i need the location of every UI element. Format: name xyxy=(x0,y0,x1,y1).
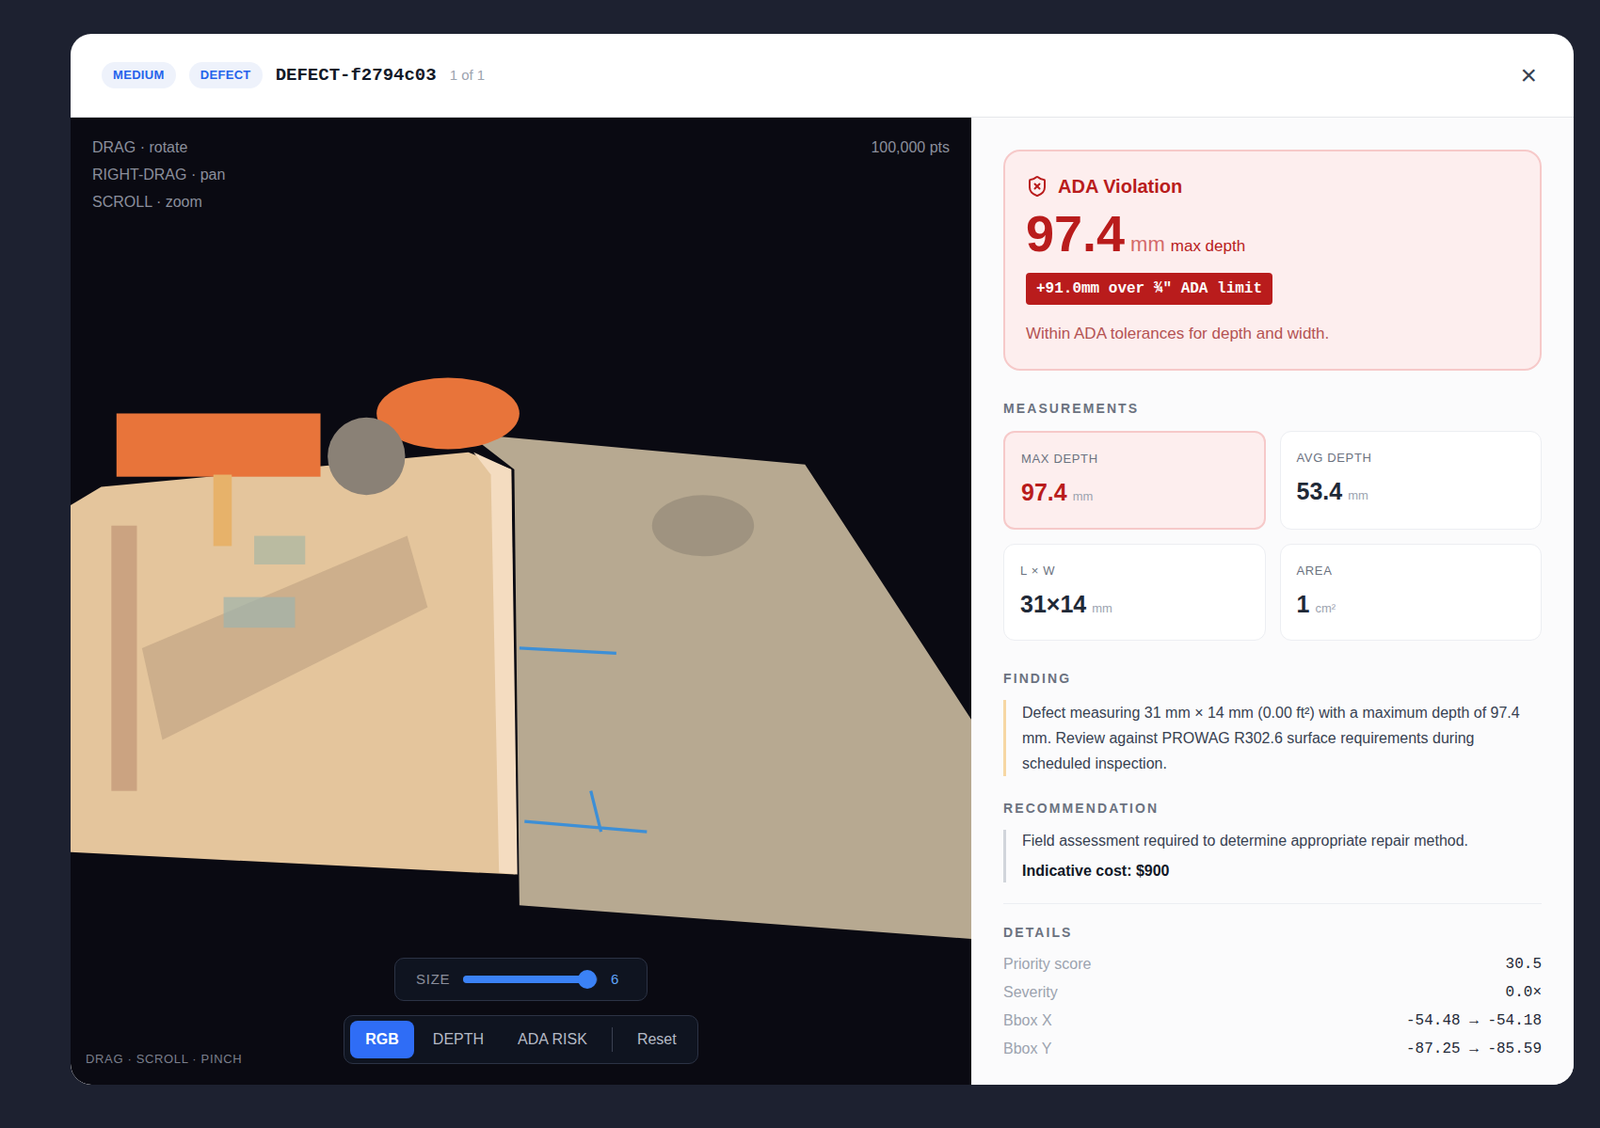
page: MEDIUM DEFECT DEFECT-f2794c03 1 of 1 × DRAG ·… xyxy=(0,0,1600,1128)
size-slider[interactable] xyxy=(463,976,598,984)
measurement-value: 1 xyxy=(1296,587,1311,624)
measurement-unit: mm xyxy=(1347,486,1369,506)
alert-caption: max depth xyxy=(1170,234,1246,259)
measurement-value: 53.4 xyxy=(1296,474,1344,511)
details-panel: ADA Violation97.4mmmax depth+91.0mm over… xyxy=(971,117,1574,1086)
hint: RIGHT-DRAG · pan xyxy=(92,163,225,187)
defect-id: DEFECT-f2794c03 xyxy=(275,62,437,90)
modal-body: DRAG · rotate RIGHT-DRAG · pan SCROLL · zo… xyxy=(70,117,1574,1086)
point-cloud-render[interactable] xyxy=(70,117,972,1086)
badge: DEFECT xyxy=(189,62,263,89)
finding-text: Defect measuring 31 mm × 14 mm (0.00 ft²… xyxy=(1003,700,1542,777)
alert-unit: mm xyxy=(1130,228,1166,260)
detail-row: Severity 0.0× xyxy=(1003,978,1542,1008)
defect-modal: MEDIUM DEFECT DEFECT-f2794c03 1 of 1 × DRAG ·… xyxy=(70,33,1574,1086)
reset-button[interactable]: Reset xyxy=(622,1021,692,1059)
viewer-hints: DRAG · rotate RIGHT-DRAG · pan SCROLL · zo… xyxy=(92,136,225,214)
measurement-unit: cm² xyxy=(1314,599,1336,619)
slider-thumb[interactable] xyxy=(577,970,597,990)
measurement-card: MAX DEPTH 97.4mm xyxy=(1003,431,1266,530)
detail-label: Bbox Y xyxy=(1003,1038,1052,1061)
detail-label: Bbox X xyxy=(1003,1009,1053,1033)
point-count: 100,000 pts xyxy=(870,136,950,160)
detail-label: Severity xyxy=(1003,981,1058,1005)
section-title: FINDING xyxy=(1003,669,1542,689)
detail-row: Priority score 30.5 xyxy=(1003,950,1542,979)
size-control: SIZE 6 xyxy=(394,958,648,1002)
section-title: DETAILS xyxy=(1003,923,1542,944)
counter: 1 of 1 xyxy=(449,64,486,87)
mode-button[interactable]: ADA RISK xyxy=(502,1021,603,1059)
detail-value: -54.48 → -54.18 xyxy=(1406,1009,1542,1033)
mode-bar: RGBDEPTHADA RISK Reset xyxy=(343,1015,698,1065)
recommendation-cost: Indicative cost: $900 xyxy=(1022,860,1542,883)
detail-value: 30.5 xyxy=(1505,953,1542,976)
details-list: Priority score 30.5 Severity 0.0× Bbox X -54.… xyxy=(1003,950,1542,1064)
alert-value: 97.4 xyxy=(1025,206,1125,262)
size-value: 6 xyxy=(610,969,626,992)
section-title: RECOMMENDATION xyxy=(1003,799,1542,819)
viewer-controls: SIZE 6 RGBDEPTHADA RISK Reset xyxy=(70,958,972,1065)
measurement-card: L × W 31×14mm xyxy=(1003,544,1266,641)
measurement-label: MAX DEPTH xyxy=(1021,449,1248,469)
mode-button[interactable]: RGB xyxy=(350,1021,415,1059)
section-title: MEASUREMENTS xyxy=(1003,399,1542,419)
measurement-card: AREA 1cm² xyxy=(1280,544,1543,641)
modal-header: MEDIUM DEFECT DEFECT-f2794c03 1 of 1 × xyxy=(70,33,1574,118)
measurement-label: AREA xyxy=(1296,561,1526,581)
shield-x-icon xyxy=(1025,175,1049,198)
mode-button[interactable]: DEPTH xyxy=(417,1021,499,1059)
measurement-unit: mm xyxy=(1072,487,1094,507)
size-label: SIZE xyxy=(416,969,450,992)
hint: DRAG · rotate xyxy=(92,136,225,160)
detail-label: Priority score xyxy=(1003,953,1091,976)
recommendation-text: Field assessment required to determine a… xyxy=(1022,830,1542,853)
measurement-label: AVG DEPTH xyxy=(1296,448,1526,468)
alert-note: Within ADA tolerances for depth and widt… xyxy=(1025,321,1520,347)
limit-badge: +91.0mm over ¾″ ADA limit xyxy=(1025,272,1273,305)
recommendation: Field assessment required to determine a… xyxy=(1003,830,1542,883)
measurement-value: 97.4 xyxy=(1021,475,1068,512)
detail-value: -87.25 → -85.59 xyxy=(1406,1038,1542,1061)
ada-alert: ADA Violation 97.4mmmax depth +91.0mm over… xyxy=(1003,149,1542,371)
hint: SCROLL · zoom xyxy=(92,191,225,214)
detail-value: 0.0× xyxy=(1505,981,1542,1005)
detail-row: Bbox X -54.48 → -54.18 xyxy=(1003,1007,1542,1036)
badge: MEDIUM xyxy=(101,62,176,89)
viewer[interactable]: DRAG · rotate RIGHT-DRAG · pan SCROLL · zo… xyxy=(70,117,972,1086)
close-button[interactable]: × xyxy=(1514,61,1543,90)
alert-title: ADA Violation xyxy=(1057,172,1183,201)
measurement-card: AVG DEPTH 53.4mm xyxy=(1280,431,1543,530)
viewer-footer: DRAG · SCROLL · PINCH xyxy=(85,1050,242,1070)
measurement-grid: MAX DEPTH97.4mmAVG DEPTH53.4mmL × W31×14… xyxy=(1003,431,1542,641)
detail-row: Bbox Y -87.25 → -85.59 xyxy=(1003,1035,1542,1064)
measurement-value: 31×14 xyxy=(1020,587,1087,624)
measurement-unit: mm xyxy=(1091,599,1113,619)
measurement-label: L × W xyxy=(1020,561,1249,581)
